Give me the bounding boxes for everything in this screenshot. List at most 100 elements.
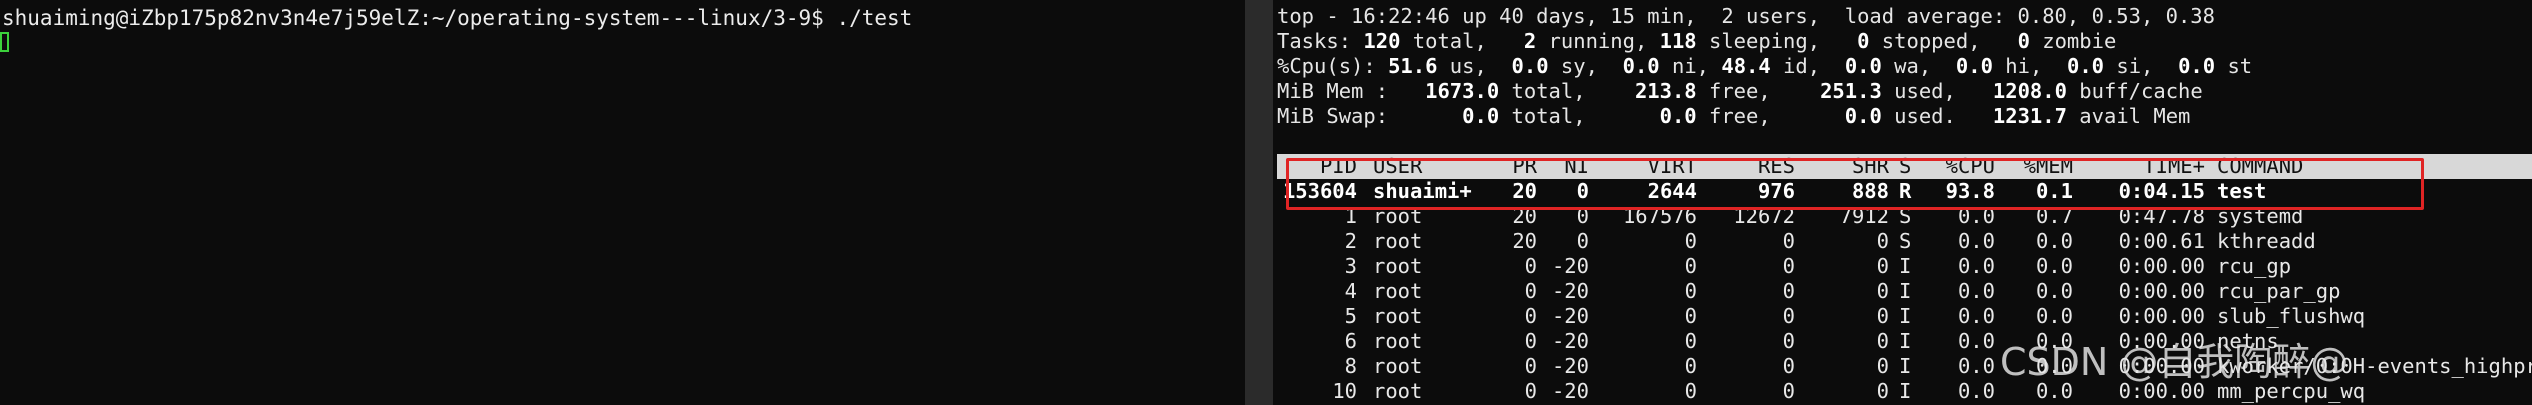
cell-res: 0 [1782,279,1795,303]
cell-state: S [1899,229,1912,253]
cell-cpu: 0.0 [1957,254,1995,278]
summary-segment: 118 [1659,29,1697,53]
summary-segment: 0 [1857,29,1870,53]
summary-line: MiB Swap: 0.0 total, 0.0 free, 0.0 used.… [1277,104,2252,129]
cell-res: 0 [1782,304,1795,328]
summary-segment: 1673.0 [1425,79,1500,103]
summary-segment: 0 [2017,29,2030,53]
summary-segment: 0.0 [2067,54,2105,78]
cell-state: I [1899,279,1912,303]
summary-line: Tasks: 120 total, 2 running, 118 sleepin… [1277,29,2252,54]
cell-pid: 5 [1344,304,1357,328]
table-row: 4 root 0 -20 0 0 0 I 0.0 0.0 0:00.00 rcu_par_gp [1277,279,2532,304]
summary-segment: sleeping, [1696,29,1858,53]
summary-segment: 251.3 [1820,79,1882,103]
summary-segment: 0.0 [1844,104,1882,128]
cell-ni: -20 [1551,329,1589,353]
pane-divider[interactable] [1245,0,1273,405]
cell-cpu: 0.0 [1957,354,1995,378]
summary-line: top - 16:22:46 up 40 days, 15 min, 2 use… [1277,4,2252,29]
cell-virt: 0 [1684,354,1697,378]
screen: shuaiming@iZbp175p82nv3n4e7j59elZ:~/oper… [0,0,2532,405]
summary-segment: running, [1536,29,1660,53]
cell-virt: 0 [1684,379,1697,403]
cell-cpu: 0.0 [1957,329,1995,353]
summary-segment: total, [1499,104,1660,128]
summary-segment: 2 [1523,29,1537,53]
cell-pr: 0 [1524,329,1537,353]
summary-segment: free, [1696,79,1821,103]
cell-command: rcu_par_gp [2217,279,2341,303]
summary-segment: st [2215,54,2253,78]
summary-segment: top - 16:22:46 up 40 days, 15 min, 2 use… [1277,4,2215,28]
cell-shr: 0 [1876,229,1889,253]
shell-prompt-line: shuaiming@iZbp175p82nv3n4e7j59elZ:~/oper… [2,6,913,30]
cell-shr: 0 [1876,304,1889,328]
cell-virt: 0 [1684,329,1697,353]
cell-ni: -20 [1551,254,1589,278]
summary-segment: MiB Swap: [1277,104,1463,128]
cell-ni: -20 [1551,354,1589,378]
summary-segment: 0.0 [1622,54,1660,78]
cell-user: root [1373,304,1423,328]
left-terminal-pane[interactable]: shuaiming@iZbp175p82nv3n4e7j59elZ:~/oper… [0,0,1245,405]
summary-segment: avail Mem [2066,104,2191,128]
cell-command: slub_flushwq [2217,304,2366,328]
cell-state: I [1899,329,1912,353]
summary-segment: used, [1881,79,1993,103]
table-row: 5 root 0 -20 0 0 0 I 0.0 0.0 0:00.00 slub_flushwq [1277,304,2532,329]
cell-shr: 0 [1876,354,1889,378]
summary-segment: 0.0 [1659,104,1697,128]
cell-state: I [1899,254,1912,278]
summary-segment: 0.0 [1511,54,1549,78]
cell-command: kthreadd [2217,229,2316,253]
cell-ni: -20 [1551,279,1589,303]
summary-segment: 120 [1363,29,1401,53]
cell-cpu: 0.0 [1957,379,1995,403]
cell-virt: 0 [1684,229,1697,253]
highlight-box [1286,158,2424,210]
cell-ni: 0 [1576,229,1589,253]
cell-pr: 20 [1512,229,1537,253]
summary-segment: 48.4 [1721,54,1771,78]
cell-virt: 0 [1684,279,1697,303]
table-row: 3 root 0 -20 0 0 0 I 0.0 0.0 0:00.00 rcu_gp [1277,254,2532,279]
summary-segment: 1208.0 [1992,79,2067,103]
summary-segment: 0.0 [1955,54,1993,78]
summary-segment: free, [1696,104,1845,128]
cell-pid: 8 [1344,354,1357,378]
cell-res: 0 [1782,379,1795,403]
summary-segment: zombie [2029,29,2117,53]
cell-pr: 0 [1524,354,1537,378]
cell-pid: 10 [1332,379,1357,403]
cell-pr: 0 [1524,379,1537,403]
summary-segment: total, [1499,79,1635,103]
cell-shr: 0 [1876,279,1889,303]
terminal-cursor [0,32,9,52]
summary-segment: wa, [1881,54,1956,78]
cell-res: 0 [1782,254,1795,278]
summary-segment: stopped, [1869,29,2018,53]
cell-shr: 0 [1876,329,1889,353]
summary-segment: ni, [1659,54,1722,78]
cell-shr: 0 [1876,379,1889,403]
cell-pr: 0 [1524,304,1537,328]
cell-time: 0:00.61 [2118,229,2205,253]
summary-segment: sy, [1548,54,1623,78]
cell-pr: 0 [1524,254,1537,278]
cell-user: root [1373,354,1423,378]
summary-segment: us, [1437,54,1512,78]
cell-cpu: 0.0 [1957,304,1995,328]
cell-res: 0 [1782,229,1795,253]
summary-segment: hi, [1992,54,2067,78]
summary-segment: %Cpu(s): [1277,54,1389,78]
cell-time: 0:00.00 [2118,279,2205,303]
cell-state: I [1899,354,1912,378]
cell-state: I [1899,379,1912,403]
summary-line: %Cpu(s): 51.6 us, 0.0 sy, 0.0 ni, 48.4 i… [1277,54,2252,79]
cell-cpu: 0.0 [1957,229,1995,253]
cell-time: 0:00.00 [2118,304,2205,328]
summary-segment: total, [1400,29,1524,53]
summary-segment: 51.6 [1388,54,1438,78]
cell-command: rcu_gp [2217,254,2292,278]
